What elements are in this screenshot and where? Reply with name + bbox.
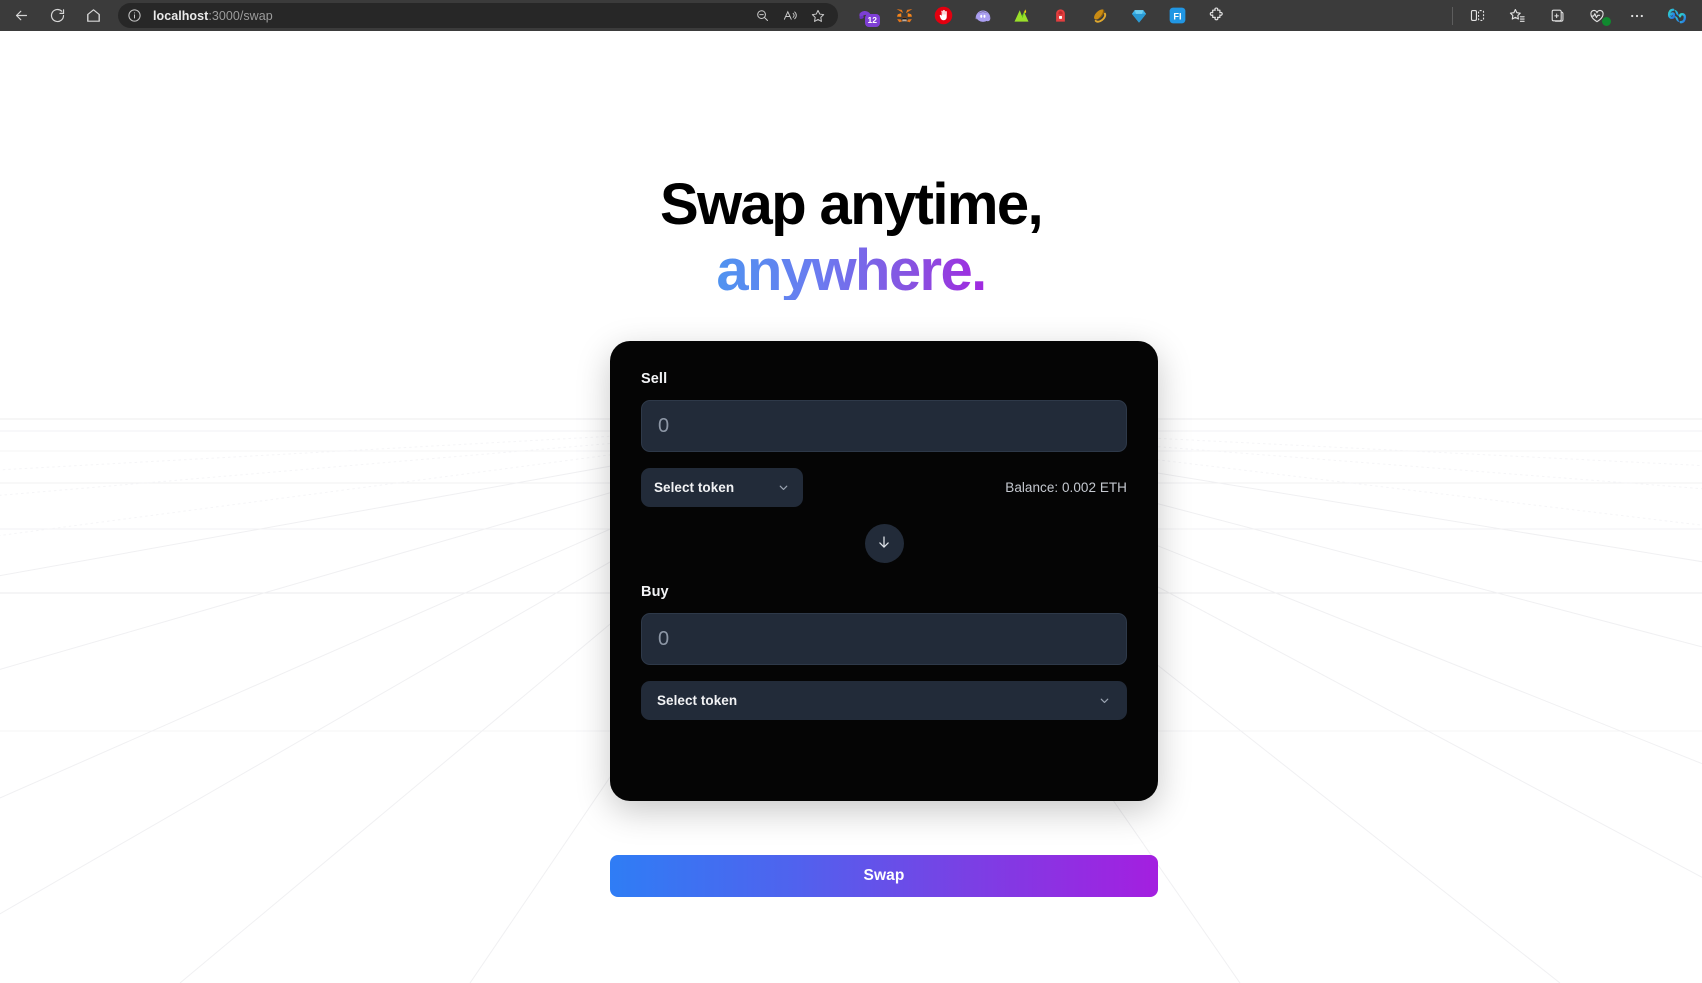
buy-section: Buy Select token bbox=[641, 584, 1127, 720]
refresh-button[interactable] bbox=[42, 3, 72, 29]
favorites-icon[interactable] bbox=[1497, 2, 1537, 30]
address-bar-actions bbox=[749, 5, 831, 27]
swap-submit-button[interactable]: Swap bbox=[610, 855, 1158, 897]
rabby-badge-count: 12 bbox=[864, 14, 880, 27]
zoom-out-icon[interactable] bbox=[749, 5, 775, 27]
buy-token-label: Select token bbox=[657, 693, 738, 708]
hero-line-1: Swap anytime, bbox=[659, 172, 1044, 237]
browser-essentials-icon[interactable] bbox=[1577, 2, 1617, 30]
metamask-icon[interactable] bbox=[885, 2, 924, 30]
browser-right-icons bbox=[1448, 2, 1697, 30]
sell-section: Sell Select token Balance: 0.002 ETH bbox=[641, 371, 1127, 507]
toolbar-divider bbox=[1452, 6, 1453, 25]
stop-hand-icon[interactable] bbox=[924, 2, 963, 30]
page-content: Swap anytime, anywhere. Sell Select toke… bbox=[0, 31, 1702, 983]
read-aloud-icon[interactable] bbox=[777, 5, 803, 27]
buy-label: Buy bbox=[641, 584, 669, 600]
sell-controls-row: Select token Balance: 0.002 ETH bbox=[641, 468, 1127, 507]
url-host: localhost bbox=[153, 8, 209, 23]
sushiswap-icon[interactable] bbox=[1080, 2, 1119, 30]
diamond-icon[interactable] bbox=[1119, 2, 1158, 30]
essentials-status-dot bbox=[1602, 16, 1611, 26]
switch-direction-button[interactable] bbox=[864, 524, 904, 563]
sell-amount-input[interactable] bbox=[641, 400, 1127, 452]
browser-toolbar: localhost:3000/swap 12 FI bbox=[0, 0, 1702, 31]
chevron-down-icon bbox=[1098, 694, 1111, 707]
arrow-down-icon bbox=[876, 534, 892, 553]
sell-token-label: Select token bbox=[654, 480, 735, 495]
url-text[interactable]: localhost:3000/swap bbox=[153, 9, 749, 23]
split-screen-icon[interactable] bbox=[1457, 2, 1497, 30]
home-button[interactable] bbox=[78, 3, 108, 29]
sell-label: Sell bbox=[641, 371, 668, 387]
address-bar[interactable]: localhost:3000/swap bbox=[118, 3, 838, 28]
backpack-wallet-icon[interactable] bbox=[1041, 2, 1080, 30]
buy-token-select[interactable]: Select token bbox=[641, 681, 1127, 720]
info-circle-icon[interactable] bbox=[122, 4, 146, 28]
copilot-icon[interactable] bbox=[1657, 2, 1697, 30]
phantom-wallet-icon[interactable] bbox=[963, 2, 1002, 30]
settings-more-icon[interactable] bbox=[1617, 2, 1657, 30]
switch-direction-row bbox=[641, 524, 1127, 563]
hero-line-2: anywhere. bbox=[716, 238, 987, 303]
back-button[interactable] bbox=[6, 3, 36, 29]
extension-icons: 12 FI bbox=[846, 2, 1236, 30]
extensions-puzzle-icon[interactable] bbox=[1197, 2, 1236, 30]
chevron-down-icon bbox=[777, 481, 790, 494]
url-path: :3000/swap bbox=[208, 8, 273, 23]
swap-card: Sell Select token Balance: 0.002 ETH bbox=[610, 341, 1158, 801]
fi-extension-icon[interactable]: FI bbox=[1158, 2, 1197, 30]
hero-heading: Swap anytime, anywhere. bbox=[0, 176, 1702, 300]
sell-token-select[interactable]: Select token bbox=[641, 468, 803, 507]
buy-amount-input[interactable] bbox=[641, 613, 1127, 665]
svg-text:FI: FI bbox=[1173, 12, 1181, 22]
sell-balance: Balance: 0.002 ETH bbox=[1005, 480, 1127, 495]
buy-controls-row: Select token bbox=[641, 681, 1127, 720]
collections-icon[interactable] bbox=[1537, 2, 1577, 30]
rainbow-wallet-icon[interactable] bbox=[1002, 2, 1041, 30]
add-favorite-star-icon[interactable] bbox=[805, 5, 831, 27]
rabby-wallet-icon[interactable]: 12 bbox=[846, 2, 885, 30]
